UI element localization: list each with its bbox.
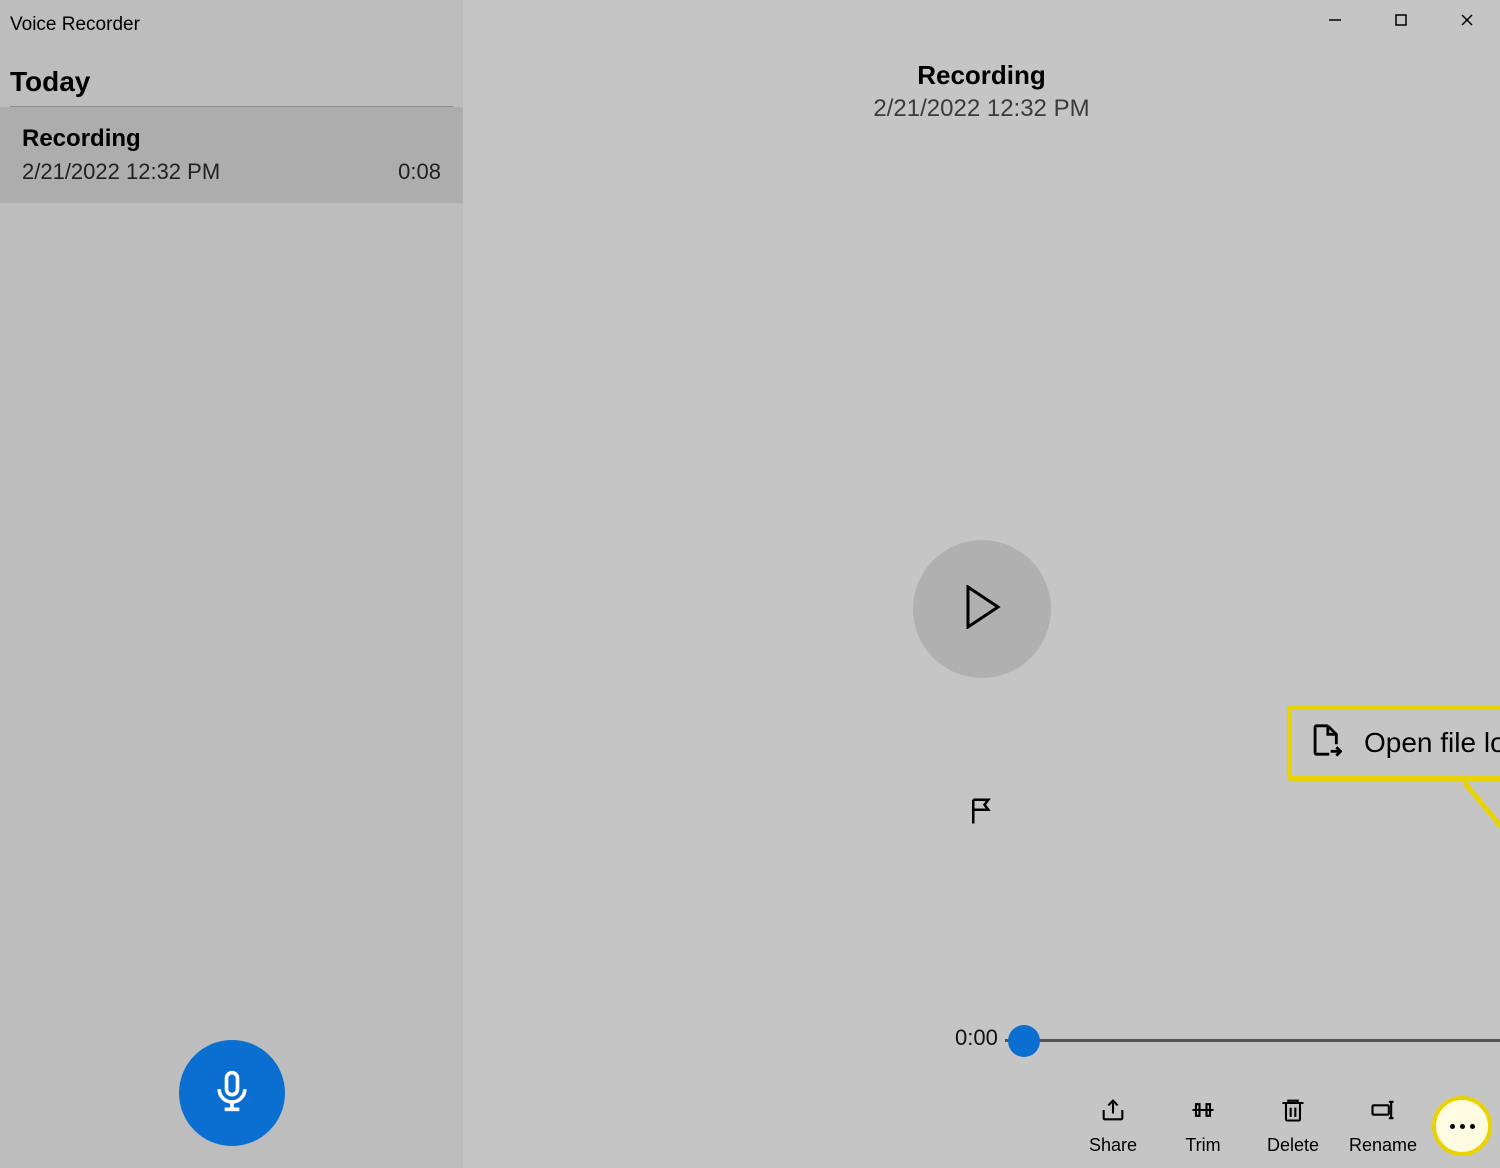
trash-icon xyxy=(1279,1096,1307,1129)
trim-icon xyxy=(1189,1096,1217,1129)
minimize-button[interactable] xyxy=(1302,0,1368,44)
main-panel: Recording 2/21/2022 12:32 PM Open file l… xyxy=(463,0,1500,1168)
share-label: Share xyxy=(1089,1135,1137,1156)
seek-thumb[interactable] xyxy=(1008,1025,1040,1057)
microphone-icon xyxy=(210,1069,254,1118)
trim-button[interactable]: Trim xyxy=(1158,1096,1248,1156)
record-button[interactable] xyxy=(179,1040,285,1146)
rename-icon xyxy=(1369,1096,1397,1129)
share-button[interactable]: Share xyxy=(1068,1096,1158,1156)
rename-label: Rename xyxy=(1349,1135,1417,1156)
delete-button[interactable]: Delete xyxy=(1248,1096,1338,1156)
recording-item-datetime: 2/21/2022 12:32 PM xyxy=(22,159,220,185)
ellipsis-icon xyxy=(1450,1124,1475,1129)
seek-track[interactable] xyxy=(1005,1039,1500,1042)
file-arrow-icon xyxy=(1308,723,1342,764)
recording-item-title: Recording xyxy=(22,125,441,153)
recording-item-duration: 0:08 xyxy=(398,159,441,185)
trim-label: Trim xyxy=(1185,1135,1220,1156)
app-title: Voice Recorder xyxy=(0,0,463,46)
play-icon xyxy=(962,585,1002,634)
rename-button[interactable]: Rename xyxy=(1338,1096,1428,1156)
flag-icon xyxy=(967,796,997,831)
recording-list-item[interactable]: Recording 2/21/2022 12:32 PM 0:08 xyxy=(0,107,463,203)
maximize-icon xyxy=(1393,12,1409,33)
close-button[interactable] xyxy=(1434,0,1500,44)
marker-flag-button[interactable] xyxy=(964,795,1000,831)
current-time-label: 0:00 xyxy=(955,1025,998,1051)
voice-recorder-app: Voice Recorder Today Recording 2/21/2022… xyxy=(0,0,1500,1168)
callout-connector-line xyxy=(1463,781,1500,1081)
share-icon xyxy=(1099,1096,1127,1129)
bottom-toolbar: Share Trim Delete Rename xyxy=(1060,1086,1500,1168)
callout-label: Open file location xyxy=(1364,727,1500,759)
section-today: Today xyxy=(0,46,463,106)
close-icon xyxy=(1459,12,1475,33)
recording-datetime: 2/21/2022 12:32 PM xyxy=(463,95,1500,123)
recording-name: Recording xyxy=(463,60,1500,91)
minimize-icon xyxy=(1327,12,1343,33)
callout-open-file-location: Open file location xyxy=(1287,705,1500,781)
recording-item-meta: 2/21/2022 12:32 PM 0:08 xyxy=(22,159,441,185)
play-button[interactable] xyxy=(913,540,1051,678)
delete-label: Delete xyxy=(1267,1135,1319,1156)
window-controls xyxy=(1302,0,1500,44)
more-button[interactable] xyxy=(1432,1096,1492,1156)
maximize-button[interactable] xyxy=(1368,0,1434,44)
sidebar: Voice Recorder Today Recording 2/21/2022… xyxy=(0,0,463,1168)
